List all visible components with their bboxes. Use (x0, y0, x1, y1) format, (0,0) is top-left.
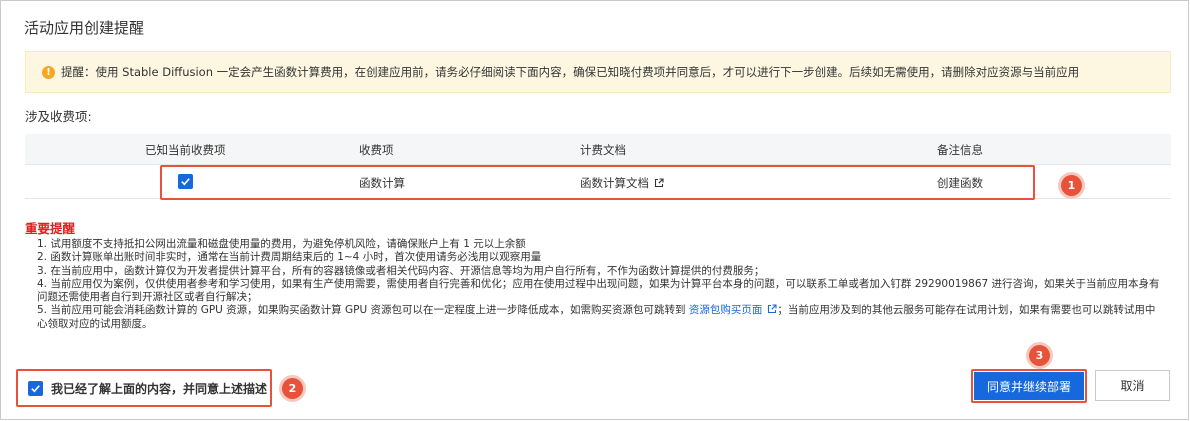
dialog-title: 活动应用创建提醒 (24, 19, 145, 37)
header-acknowledged: 已知当前收费项 (145, 143, 226, 157)
header-doc: 计费文档 (580, 143, 626, 157)
resource-package-link-label: 资源包购买页面 (688, 304, 763, 317)
warning-icon: ! (42, 65, 55, 79)
important-item-5-text-before: 5. 当前应用可能会消耗函数计算的 GPU 资源，如果购买函数计算 GPU 资源… (37, 304, 689, 317)
charges-section-label: 涉及收费项: (25, 109, 92, 124)
annotation-badge-2: 2 (282, 378, 303, 399)
annotation-badge-3: 3 (1029, 345, 1050, 366)
important-item-5: 5. 当前应用可能会消耗函数计算的 GPU 资源，如果购买函数计算 GPU 资源… (37, 304, 1165, 331)
annotation-badge-1: 1 (1061, 175, 1082, 196)
row-highlight-box (160, 165, 1035, 200)
agree-checkbox[interactable] (28, 380, 43, 396)
important-item-2: 2. 函数计算账单出账时间非实时，通常在当前计费周期结束后的 1~4 小时，首次… (37, 251, 542, 264)
important-item-1: 1. 试用额度不支持抵扣公网出流量和磁盘使用量的费用，为避免停机风险，请确保账户… (37, 238, 526, 250)
checkmark-icon (31, 384, 40, 392)
agree-label: 我已经了解上面的内容，并同意上述描述 (51, 381, 268, 396)
confirm-deploy-label: 同意并继续部署 (974, 372, 1084, 400)
important-title: 重要提醒 (25, 221, 76, 236)
create-app-reminder-dialog: 活动应用创建提醒 ! 提醒：使用 Stable Diffusion 一定会产生函… (0, 0, 1189, 420)
resource-package-link[interactable]: 资源包购买页面 (689, 304, 778, 316)
notice-text: 提醒：使用 Stable Diffusion 一定会产生函数计算费用，在创建应用… (61, 65, 1080, 79)
important-list: 1. 试用额度不支持抵扣公网出流量和磁盘使用量的费用，为避免停机风险，请确保账户… (37, 238, 1165, 331)
important-item-3: 3. 在当前应用中，函数计算仅为开发者提供计算平台，所有的容器镜像或者相关代码内… (37, 264, 765, 277)
header-item: 收费项 (359, 143, 394, 157)
header-note: 备注信息 (937, 143, 983, 157)
agree-checkbox-row[interactable]: 我已经了解上面的内容，并同意上述描述 (16, 369, 272, 407)
cancel-button[interactable]: 取消 (1095, 370, 1170, 401)
confirm-deploy-button[interactable]: 同意并继续部署 (971, 369, 1087, 403)
external-link-icon (768, 304, 777, 314)
important-item-4: 4. 当前应用仅为案例，仅供使用者参考和学习使用，如果有生产使用需要，需使用者自… (37, 277, 1160, 304)
charges-table-header: 已知当前收费项 收费项 计费文档 备注信息 (25, 134, 1171, 165)
notice-banner: ! 提醒：使用 Stable Diffusion 一定会产生函数计算费用，在创建… (25, 51, 1171, 93)
